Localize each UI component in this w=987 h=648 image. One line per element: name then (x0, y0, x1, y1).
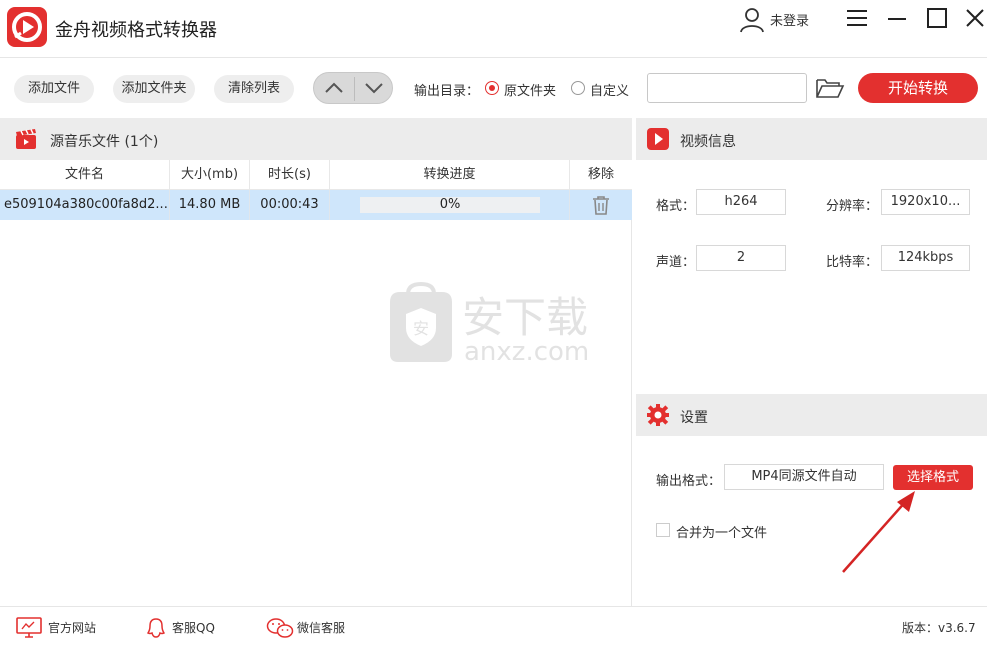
resolution-label: 分辨率： (826, 199, 879, 214)
wechat-support-label: 微信客服 (297, 621, 346, 635)
move-up-button[interactable] (314, 73, 354, 103)
row-filename: e509104a380c00fa8d2... (0, 190, 170, 220)
progress-text: 0% (439, 197, 461, 212)
radio-custom-folder[interactable] (571, 81, 585, 95)
start-convert-button[interactable]: 开始转换 (858, 73, 978, 103)
table-header: 文件名 大小(mb) 时长(s) 转换进度 移除 (0, 160, 632, 190)
qq-icon (146, 618, 166, 638)
monitor-icon (16, 617, 42, 638)
title-bar: 金舟视频格式转换器 未登录 (0, 0, 987, 58)
column-header-progress: 转换进度 (330, 160, 570, 190)
resolution-value: 1920x10... (881, 189, 970, 215)
wechat-support-link[interactable]: 微信客服 (266, 617, 356, 639)
annotation-arrow (835, 488, 925, 578)
column-header-filename: 文件名 (0, 160, 170, 190)
app-logo-icon (7, 7, 47, 47)
maximize-icon[interactable] (925, 6, 949, 30)
output-dir-label: 输出目录： (414, 84, 480, 99)
format-value: h264 (696, 189, 786, 215)
gear-icon (646, 403, 670, 427)
settings-header: 设置 (636, 394, 987, 436)
footer-bar: 官方网站 客服QQ 微信客服 版本：v3.6.7 (0, 606, 987, 648)
output-path-input[interactable] (647, 73, 807, 103)
add-folder-button[interactable]: 添加文件夹 (113, 75, 195, 103)
column-header-size: 大小(mb) (170, 160, 250, 190)
merge-files-checkbox[interactable] (656, 523, 670, 537)
settings-title: 设置 (680, 410, 708, 426)
close-icon[interactable] (963, 6, 987, 30)
file-list-title: 源音乐文件 (1个) (50, 134, 159, 150)
watermark-cn: 安下载 (462, 293, 588, 342)
video-play-icon (646, 127, 670, 151)
bitrate-label: 比特率： (826, 255, 879, 270)
format-label: 格式： (656, 199, 696, 214)
progress-bar: 0% (360, 197, 540, 213)
trash-icon[interactable] (590, 194, 612, 216)
app-title: 金舟视频格式转换器 (55, 20, 217, 41)
folder-open-icon[interactable] (815, 76, 845, 100)
column-header-duration: 时长(s) (250, 160, 330, 190)
official-website-link[interactable]: 官方网站 (16, 617, 106, 639)
login-status-link[interactable]: 未登录 (770, 10, 809, 29)
reorder-button-group (313, 72, 393, 104)
radio-original-folder[interactable] (485, 81, 499, 95)
version-label: 版本：v3.6.7 (902, 621, 976, 635)
column-header-remove: 移除 (587, 167, 614, 182)
video-info-title: 视频信息 (680, 134, 736, 150)
row-duration: 00:00:43 (250, 190, 330, 220)
radio-custom-folder-label[interactable]: 自定义 (590, 80, 629, 99)
output-format-label: 输出格式： (656, 474, 722, 489)
support-qq-label: 客服QQ (172, 621, 215, 635)
channel-label: 声道： (656, 255, 696, 270)
radio-original-folder-label[interactable]: 原文件夹 (504, 80, 556, 99)
watermark: 安 安下载 anxz.com (384, 281, 604, 367)
row-size: 14.80 MB (170, 190, 250, 220)
table-row[interactable]: e509104a380c00fa8d2... 14.80 MB 00:00:43… (0, 190, 632, 220)
menu-icon[interactable] (845, 6, 869, 30)
merge-files-label[interactable]: 合并为一个文件 (676, 522, 767, 541)
channel-value: 2 (696, 245, 786, 271)
select-format-button[interactable]: 选择格式 (893, 465, 973, 490)
toolbar: 添加文件 添加文件夹 清除列表 输出目录： 原文件夹 自定义 开始转换 (0, 58, 987, 118)
side-panel: 视频信息 格式： h264 分辨率： 1920x10... 声道： 2 比特率：… (636, 118, 987, 606)
watermark-en: anxz.com (464, 337, 589, 364)
support-qq-link[interactable]: 客服QQ (146, 617, 226, 639)
video-info-header: 视频信息 (636, 118, 987, 160)
file-list-header: 源音乐文件 (1个) (0, 118, 632, 160)
wechat-icon (266, 618, 294, 638)
clapperboard-icon (14, 127, 38, 151)
move-down-button[interactable] (354, 73, 394, 103)
svg-text:安: 安 (413, 319, 429, 338)
clear-list-button[interactable]: 清除列表 (214, 75, 294, 103)
output-format-value: MP4同源文件自动 (724, 464, 884, 490)
official-website-label: 官方网站 (48, 621, 97, 635)
user-icon[interactable] (738, 6, 766, 34)
add-file-button[interactable]: 添加文件 (14, 75, 94, 103)
minimize-icon[interactable] (885, 6, 909, 30)
bitrate-value: 124kbps (881, 245, 970, 271)
